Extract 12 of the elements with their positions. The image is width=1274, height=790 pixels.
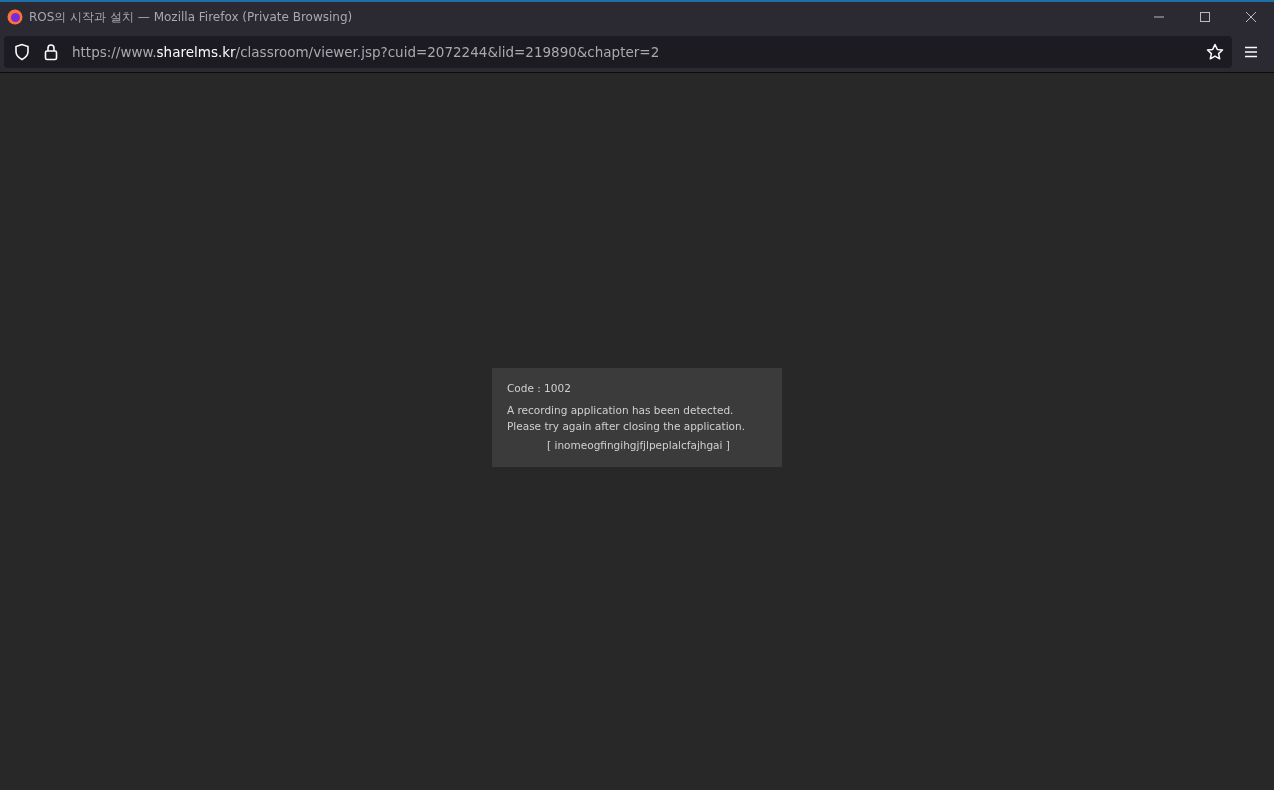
close-icon[interactable] [1245, 11, 1257, 23]
error-code: Code : 1002 [507, 382, 572, 394]
window-title: ROS의 시작과 설치 — Mozilla Firefox (Private Browsing) [29, 8, 354, 26]
menu-icon[interactable] [1244, 46, 1258, 58]
error-message: A recording application has been detected. Please try again after closing the application. [507, 403, 746, 434]
address-bar[interactable]: https://www.sharelms.kr/classroom/viewer.jsp?cuid=2072244&lid=219890&chapter=2 [4, 36, 1232, 68]
star-icon[interactable] [1206, 43, 1224, 61]
lock-icon[interactable] [44, 43, 58, 61]
browser-logo-icon [7, 9, 23, 25]
shield-icon[interactable] [14, 43, 30, 61]
maximize-icon[interactable] [1199, 11, 1211, 23]
extension-id: [ inomeogfingihgjfjlpeplalcfajhgai ] [546, 439, 731, 451]
